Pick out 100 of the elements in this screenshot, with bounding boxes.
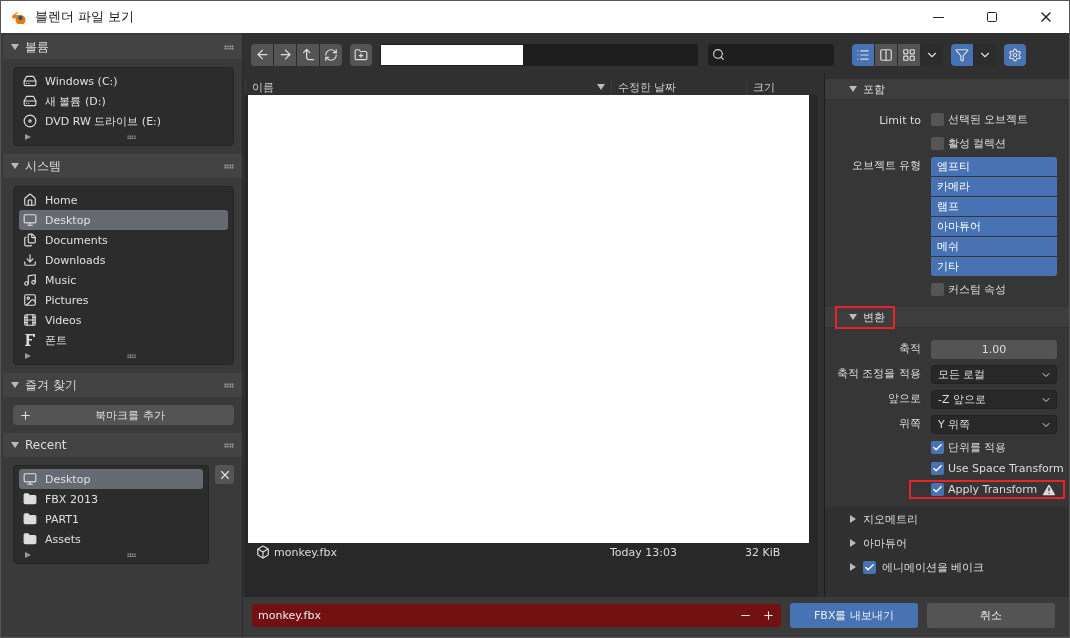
grip-icon[interactable] [224,442,234,448]
up-arrow-icon [300,47,316,62]
dropdown[interactable]: 모든 로컬 [931,365,1057,384]
number-field[interactable]: 1.00 [931,340,1057,359]
sidebar-item[interactable]: Desktop [19,469,203,489]
dropdown[interactable]: -Z 앞으로 [931,390,1057,409]
cancel-button[interactable]: 취소 [927,602,1055,628]
panel-header[interactable]: 지오메트리 [825,507,1069,531]
panel-header[interactable]: 아마튜어 [825,531,1069,555]
file-date: Today 13:03 [609,545,678,559]
section-title: 볼륨 [25,38,49,56]
toggle-option[interactable]: 램프 [931,197,1057,216]
expand-triangle-icon[interactable] [25,353,31,359]
expand-triangle-icon[interactable] [25,134,31,140]
grip-icon[interactable] [127,354,136,358]
sidebar-item[interactable]: Home [19,190,228,210]
drive-icon [23,94,37,108]
window-title: 블렌더 파일 보기 [35,8,136,26]
toggle-option[interactable]: 메쉬 [931,237,1057,256]
clear-button[interactable] [215,465,234,484]
list-icon [856,47,870,62]
search-icon [712,48,725,61]
filename-field[interactable]: monkey.fbx [252,603,781,627]
sidebar-item[interactable]: Downloads [19,250,228,270]
plus-icon [19,408,32,422]
folder-icon [23,512,37,526]
checkmark-icon [932,484,943,495]
folder-plus-icon [354,47,368,62]
checkbox-label: 단위를 적용 [948,440,1008,455]
parent-folder-button[interactable] [297,43,319,66]
sidebar-item[interactable]: Desktop [19,210,228,230]
checkmark-icon [932,442,943,453]
section-header[interactable]: 볼륨 [3,35,242,59]
grip-icon[interactable] [224,382,234,388]
view-mode-button[interactable] [875,43,897,66]
view-mode-button[interactable] [898,43,920,66]
toggle-option[interactable]: 카메라 [931,177,1057,196]
sidebar-item[interactable]: 폰트 [19,330,228,350]
dropdown[interactable]: Y 위쪽 [931,415,1057,434]
grip-icon[interactable] [224,44,234,50]
documents-icon [23,233,37,247]
toggle-option[interactable]: 엠프티 [931,157,1057,176]
file-row[interactable]: monkey.fbx Today 13:03 32 KiB [248,543,809,561]
sidebar-item[interactable]: FBX 2013 [19,489,203,509]
checkbox-label: 커스텀 속성 [948,282,1008,297]
sidebar-item[interactable]: PART1 [19,509,203,529]
plus-icon[interactable] [762,608,775,622]
sidebar-item[interactable]: Videos [19,310,228,330]
checkbox-label: Apply Transform [948,483,1038,496]
field-label: 오브젝트 유형 [850,158,921,174]
grip-icon[interactable] [224,163,234,169]
checkbox[interactable] [931,462,944,475]
filter-icon [955,47,969,62]
grip-icon[interactable] [127,553,136,557]
add-bookmark-button[interactable]: 북마크를 추가 [13,405,234,425]
sidebar-item[interactable]: Pictures [19,290,228,310]
sidebar-item[interactable]: 새 볼륨 (D:) [19,91,228,111]
search-field[interactable] [708,43,834,66]
back-button[interactable] [251,43,273,66]
filter-button[interactable] [951,43,973,66]
minimize-icon [932,16,944,18]
refresh-icon [324,47,338,62]
file-name: monkey.fbx [274,545,337,559]
cube-icon [256,545,270,559]
disc-icon [23,114,37,128]
new-folder-button[interactable] [350,43,372,66]
checkbox-label: 선택된 오브젝트 [948,112,1030,127]
download-icon [23,253,37,267]
sidebar-item[interactable]: Music [19,270,228,290]
section-header[interactable]: 즐겨 찾기 [3,373,242,397]
checkbox[interactable] [931,441,944,454]
section-header[interactable]: 시스템 [3,154,242,178]
app-logo-icon [11,10,27,24]
panel-header[interactable]: 에니메이션을 베이크 [825,555,1069,579]
sidebar-item[interactable]: Documents [19,230,228,250]
forward-button[interactable] [274,43,296,66]
section-header[interactable]: Recent [3,433,242,457]
grip-icon[interactable] [127,135,136,139]
toggle-option[interactable]: 아마튜어 [931,217,1057,236]
checkbox[interactable] [931,137,944,150]
sidebar-item[interactable]: Assets [19,529,203,549]
checkbox[interactable] [931,483,944,496]
field-label: 축적 조정을 적용 [836,366,921,382]
grid-icon [902,47,916,62]
sidebar-item[interactable]: DVD RW 드라이브 (E:) [19,111,228,131]
sidebar-item[interactable]: Windows (C:) [19,71,228,91]
refresh-button[interactable] [320,43,342,66]
film-icon [23,313,37,327]
checkbox[interactable] [931,283,944,296]
toggle-option[interactable]: 기타 [931,257,1057,276]
checkbox[interactable] [863,560,876,574]
export-button[interactable]: FBX를 내보내기 [790,602,918,628]
settings-button[interactable] [1004,43,1026,66]
view-mode-button[interactable] [852,43,874,66]
checkbox[interactable] [931,113,944,126]
path-field[interactable] [380,43,698,66]
expand-triangle-icon[interactable] [25,552,31,558]
field-label: 앞으로 [887,391,921,407]
section-title: Recent [25,438,67,452]
checkmark-icon [864,561,875,573]
